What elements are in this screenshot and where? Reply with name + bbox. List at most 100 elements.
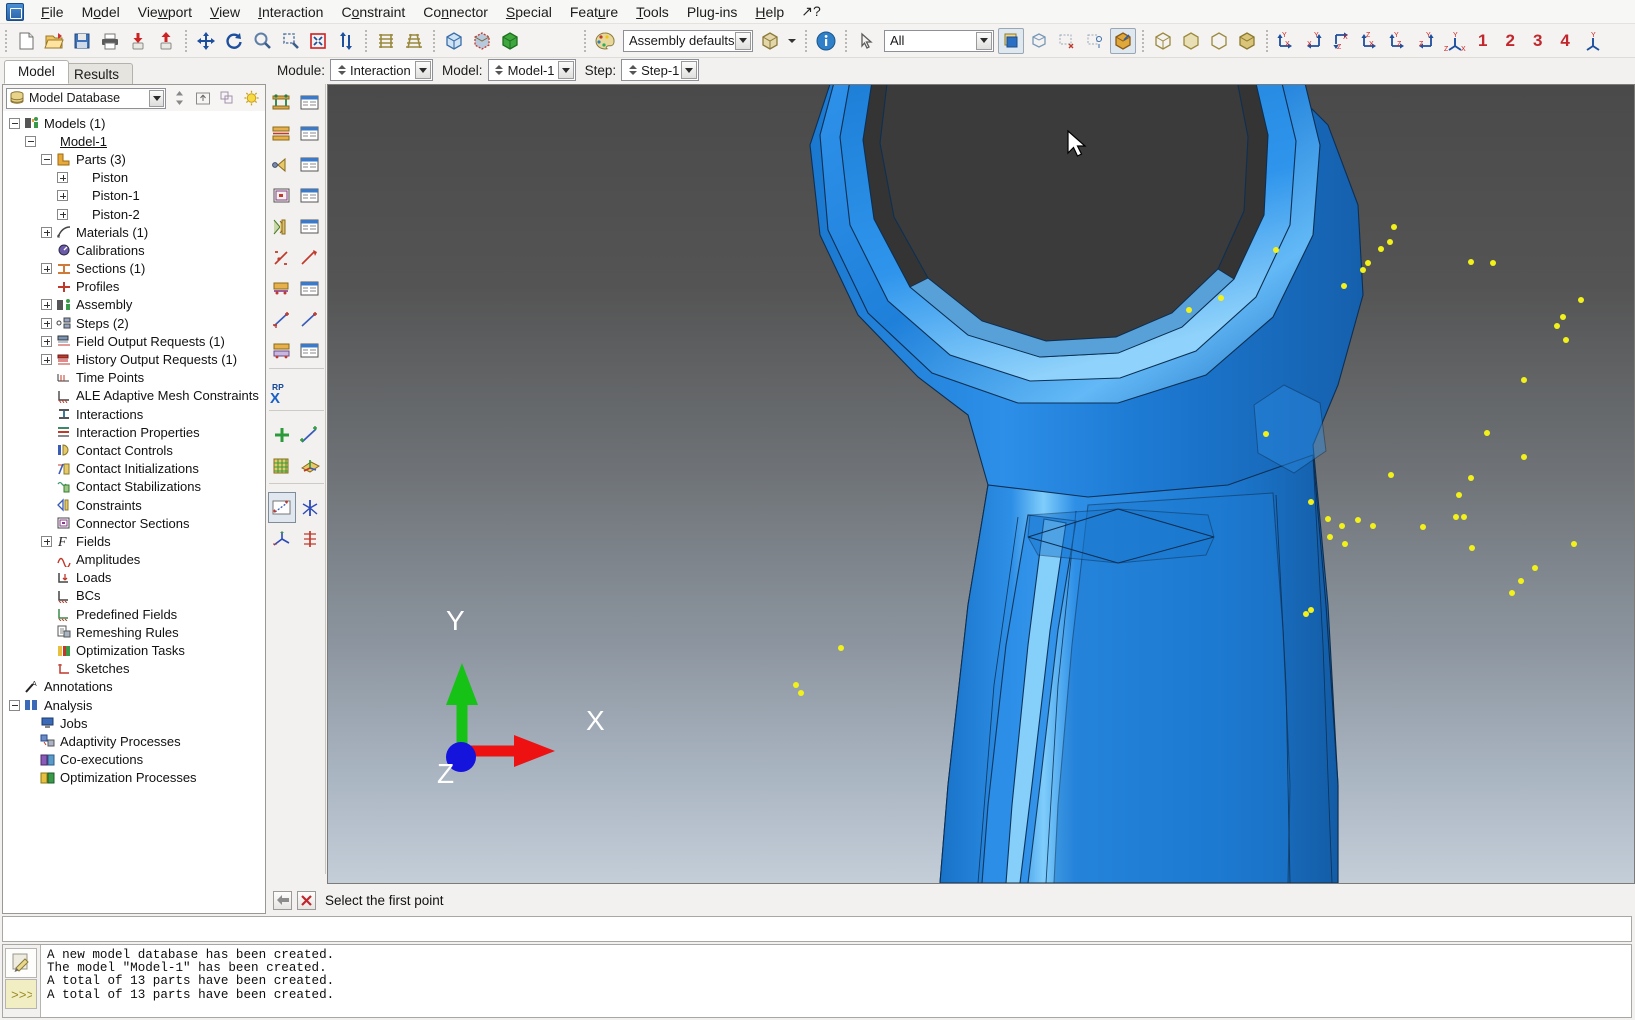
filter-icon[interactable] (216, 87, 238, 109)
edit-wire-feature-icon[interactable] (296, 304, 324, 335)
zoom-box-icon[interactable] (277, 28, 303, 54)
new-file-icon[interactable] (13, 28, 39, 54)
wireframe-icon[interactable] (373, 28, 399, 54)
menu-plugins[interactable]: Plug-ins (678, 1, 747, 23)
chevron-down-icon[interactable] (149, 89, 164, 107)
color-code-cube-icon[interactable] (757, 28, 783, 54)
create-contact-stabilization-icon[interactable] (268, 273, 296, 304)
menu-connector[interactable]: Connector (414, 1, 497, 23)
remove-selected-icon[interactable] (1054, 28, 1080, 54)
contact-stabilization-manager-icon[interactable] (296, 273, 324, 304)
partition-edge-icon[interactable] (268, 523, 296, 554)
display-group-icon[interactable] (998, 27, 1024, 54)
cancel-icon[interactable] (297, 890, 316, 910)
tree-item-interaction-properties[interactable]: Interaction Properties (3, 423, 265, 441)
tree-item-steps-2[interactable]: Steps (2) (3, 314, 265, 332)
tree-item-piston-1[interactable]: Piston-1 (3, 187, 265, 205)
view-zy-icon[interactable]: YZ (1414, 28, 1440, 54)
expand-icon[interactable] (57, 172, 68, 184)
sort-icon[interactable] (168, 87, 190, 109)
tree-item-interactions[interactable]: Interactions (3, 405, 265, 423)
create-constraint-icon[interactable] (268, 149, 296, 180)
previous-step-icon[interactable] (273, 890, 292, 910)
expand-icon[interactable] (41, 317, 52, 329)
part-cube-icon[interactable] (1150, 28, 1176, 54)
context-help-icon[interactable]: ↗? (801, 3, 821, 20)
tree-item-piston[interactable]: Piston (3, 169, 265, 187)
partition-cell-icon[interactable] (296, 492, 324, 523)
command-line-input[interactable] (2, 916, 1632, 942)
fit-all-icon[interactable] (305, 28, 331, 54)
model-spinner[interactable] (494, 61, 505, 79)
tree-item-piston-2[interactable]: Piston-2 (3, 205, 265, 223)
kernel-command-tab[interactable]: >>> (5, 979, 37, 1009)
contact-control-manager-icon[interactable] (296, 211, 324, 242)
color-palette-icon[interactable] (592, 28, 618, 54)
collapse-icon[interactable] (25, 135, 36, 147)
tree-item-connector-sections[interactable]: Connector Sections (3, 514, 265, 532)
expand-icon[interactable] (57, 208, 68, 220)
view-preset-3[interactable]: 3 (1533, 31, 1542, 51)
interaction-manager-icon[interactable] (296, 87, 324, 118)
connector-manager-icon[interactable] (296, 335, 324, 366)
tree-item-contact-controls[interactable]: Contact Controls (3, 441, 265, 459)
step-combo[interactable]: Step-1 (621, 59, 700, 81)
tree-item-loads[interactable]: Loads (3, 569, 265, 587)
tab-results[interactable]: Results (60, 63, 134, 84)
tree-item-contact-stabilizations[interactable]: Contact Stabilizations (3, 478, 265, 496)
instance-cube-icon[interactable] (1178, 28, 1204, 54)
menu-tools[interactable]: Tools (627, 1, 678, 23)
tree-item-predefined-fields[interactable]: Predefined Fields (3, 605, 265, 623)
tree-item-analysis[interactable]: Analysis (3, 696, 265, 714)
expand-icon[interactable] (41, 335, 52, 347)
export-icon[interactable] (153, 28, 179, 54)
tree-item-bcs[interactable]: BCs (3, 587, 265, 605)
menu-view[interactable]: View (201, 1, 249, 23)
tree-item-ale-adaptive-mesh-constraints[interactable]: ALE Adaptive Mesh Constraints (3, 387, 265, 405)
color-code-combo[interactable]: Assembly defaults (623, 29, 753, 52)
tree-item-calibrations[interactable]: Calibrations (3, 241, 265, 259)
partition-face-sketch-icon[interactable] (268, 492, 296, 523)
tree-item-profiles[interactable]: Profiles (3, 278, 265, 296)
create-contact-control-icon[interactable] (268, 211, 296, 242)
chevron-down-icon[interactable] (735, 31, 751, 50)
selection-filter-combo[interactable]: All (884, 29, 994, 52)
create-connector-section-icon[interactable] (268, 180, 296, 211)
reset-group-icon[interactable] (1110, 27, 1136, 54)
up-level-icon[interactable] (192, 87, 214, 109)
find-contact-pairs-icon[interactable] (268, 335, 296, 366)
view-yx-icon[interactable]: YX (1302, 28, 1328, 54)
view-xy-icon[interactable]: YX (1274, 28, 1300, 54)
tree-item-sketches[interactable]: Sketches (3, 660, 265, 678)
chevron-down-icon[interactable] (681, 61, 698, 79)
expand-icon[interactable] (57, 190, 68, 202)
chevron-down-icon[interactable] (557, 61, 574, 79)
tree-item-contact-initializations[interactable]: Contact Initializations (3, 460, 265, 478)
module-spinner[interactable] (336, 61, 347, 79)
menu-file[interactable]: File (32, 1, 73, 23)
view-zx-icon[interactable]: ZX (1330, 28, 1356, 54)
model-database-selector[interactable]: Model Database (6, 87, 166, 109)
constraint-manager-icon[interactable] (296, 149, 324, 180)
tree-item-adaptivity-processes[interactable]: Adaptivity Processes (3, 732, 265, 750)
partition-datum-icon[interactable] (296, 523, 324, 554)
view-preset-1[interactable]: 1 (1478, 31, 1487, 51)
view-zx2-icon[interactable]: ZX (1358, 28, 1384, 54)
view-preset-2[interactable]: 2 (1505, 31, 1514, 51)
render-style-icon[interactable] (469, 28, 495, 54)
info-icon[interactable] (813, 28, 839, 54)
print-icon[interactable] (97, 28, 123, 54)
assembly-cube-icon[interactable] (1206, 28, 1232, 54)
tree-item-sections-1[interactable]: Sections (1) (3, 260, 265, 278)
tree-item-models-1[interactable]: Models (1) (3, 114, 265, 132)
tree-item-materials-1[interactable]: e Materials (1) (3, 223, 265, 241)
model-combo[interactable]: Model-1 (487, 59, 576, 81)
auto-fit-icon[interactable] (333, 28, 359, 54)
shaded-cube-icon[interactable] (441, 28, 467, 54)
collapse-icon[interactable] (41, 153, 52, 165)
tree-item-assembly[interactable]: Assembly (3, 296, 265, 314)
module-combo[interactable]: Interaction (330, 59, 434, 81)
create-datum-axis-icon[interactable] (296, 419, 324, 450)
tree-item-field-output-requests-1[interactable]: Field Output Requests (1) (3, 332, 265, 350)
message-log-tab[interactable] (5, 948, 37, 978)
